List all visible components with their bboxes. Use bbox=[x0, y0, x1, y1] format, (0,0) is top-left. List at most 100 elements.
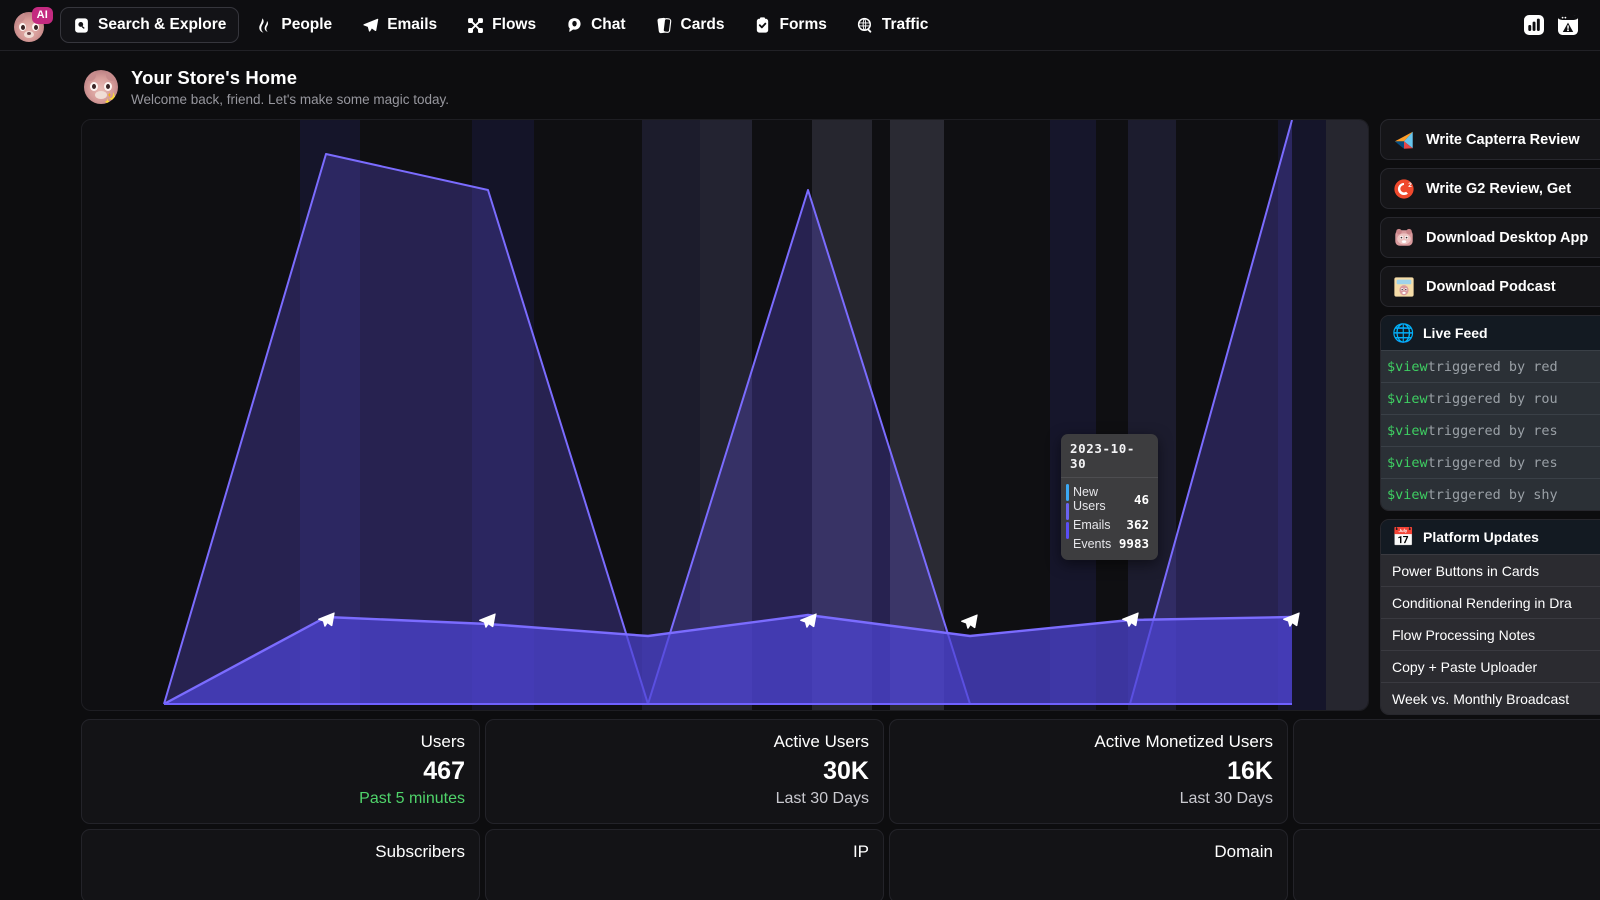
download-podcast-button[interactable]: Download Podcast bbox=[1380, 266, 1600, 307]
nav-item-forms[interactable]: Forms bbox=[741, 7, 839, 43]
platform-update-item[interactable]: Conditional Rendering in Dra bbox=[1381, 586, 1600, 618]
svg-text:2: 2 bbox=[1408, 181, 1412, 188]
stat-value: 30K bbox=[823, 757, 869, 785]
nav-items: Search & Explore People Emails Flows Cha… bbox=[60, 7, 941, 43]
tooltip-row-value: 362 bbox=[1126, 517, 1149, 532]
stat-value: 16K bbox=[1227, 757, 1273, 785]
tooltip-row-label: New Users bbox=[1073, 485, 1106, 513]
stat-label: Active Monetized Users bbox=[1094, 732, 1273, 751]
live-feed-header: 🌐 Live Feed bbox=[1381, 316, 1600, 350]
page-subtitle: Welcome back, friend. Let's make some ma… bbox=[131, 92, 449, 107]
stat-note: Last 30 Days bbox=[1179, 790, 1273, 807]
paper-plane-icon bbox=[362, 17, 379, 34]
feed-event-tag: $view bbox=[1387, 454, 1428, 471]
feed-event-tag: $view bbox=[1387, 390, 1428, 407]
nav-item-label: Cards bbox=[680, 16, 725, 33]
cards-icon bbox=[656, 17, 673, 34]
side-button-label: Download Desktop App bbox=[1426, 229, 1589, 246]
nav-item-label: Flows bbox=[492, 16, 537, 33]
desktop-app-icon bbox=[1393, 227, 1415, 249]
podcast-icon bbox=[1393, 276, 1415, 298]
stat-label: IP bbox=[852, 842, 869, 861]
nav-right-actions bbox=[1522, 13, 1588, 37]
platform-update-item[interactable]: Copy + Paste Uploader bbox=[1381, 650, 1600, 682]
stat-label: Activ bbox=[1308, 732, 1600, 752]
right-sidebar: Write Capterra Review 2 Write G2 Review,… bbox=[1380, 119, 1600, 723]
feed-event-text: triggered by shy bbox=[1427, 486, 1558, 503]
tooltip-row-value: 9983 bbox=[1118, 536, 1149, 551]
stat-note: Past 5 minutes bbox=[359, 790, 465, 807]
tooltip-row-value: 46 bbox=[1133, 491, 1149, 507]
tooltip-date: 2023-10-30 bbox=[1061, 434, 1158, 478]
nav-item-label: Traffic bbox=[881, 16, 929, 33]
feed-event-tag: $view bbox=[1387, 486, 1428, 503]
feed-event-tag: $view bbox=[1387, 422, 1428, 439]
live-feed-row[interactable]: $view triggered by res bbox=[1381, 446, 1600, 478]
nav-item-search-explore[interactable]: Search & Explore bbox=[60, 7, 240, 43]
write-g2-review-button[interactable]: 2 Write G2 Review, Get bbox=[1380, 168, 1600, 209]
live-feed-row[interactable]: $view triggered by res bbox=[1381, 414, 1600, 446]
nav-item-label: People bbox=[281, 16, 333, 33]
stat-cards-grid: Users 467 Past 5 minutes Active Users 30… bbox=[81, 719, 1600, 900]
stat-label: Users bbox=[420, 732, 465, 751]
stat-note: Last 30 Days bbox=[775, 790, 869, 807]
write-capterra-review-button[interactable]: Write Capterra Review bbox=[1380, 119, 1600, 160]
stat-card-row: Users 467 Past 5 minutes Active Users 30… bbox=[81, 719, 1600, 824]
nav-item-people[interactable]: People bbox=[243, 7, 345, 43]
nav-item-label: Emails bbox=[387, 16, 438, 33]
download-desktop-app-button[interactable]: Download Desktop App bbox=[1380, 217, 1600, 258]
tooltip-row: New Users 46 bbox=[1061, 483, 1158, 515]
magic-wand-icon: ✨ bbox=[104, 92, 118, 104]
app-root: AI Search & Explore People Emails Flows … bbox=[0, 0, 1600, 900]
platform-update-item[interactable]: Flow Processing Notes bbox=[1381, 618, 1600, 650]
nav-item-cards[interactable]: Cards bbox=[643, 7, 738, 43]
platform-update-item[interactable]: Week vs. Monthly Broadcast bbox=[1381, 682, 1600, 714]
calendar-icon: 📅 bbox=[1392, 527, 1415, 547]
platform-updates-panel: 📅 Platform Updates Power Buttons in Card… bbox=[1380, 519, 1600, 715]
nav-item-flows[interactable]: Flows bbox=[454, 7, 549, 43]
stat-label: Domain bbox=[1214, 842, 1273, 861]
nav-item-traffic[interactable]: Traffic bbox=[844, 7, 942, 43]
platform-updates-header: 📅 Platform Updates bbox=[1381, 520, 1600, 554]
tooltip-row-label: Emails bbox=[1073, 517, 1111, 532]
platform-update-item[interactable]: Power Buttons in Cards bbox=[1381, 554, 1600, 586]
ai-badge: AI bbox=[31, 7, 53, 24]
feed-event-text: triggered by red bbox=[1427, 358, 1558, 375]
side-button-label: Write G2 Review, Get bbox=[1426, 180, 1572, 197]
analytics-chart-panel[interactable] bbox=[81, 119, 1369, 711]
tooltip-row-label: Events bbox=[1073, 536, 1112, 551]
feed-event-text: triggered by res bbox=[1427, 454, 1558, 471]
nav-item-emails[interactable]: Emails bbox=[349, 7, 450, 43]
feed-event-text: triggered by rou bbox=[1427, 390, 1558, 407]
nav-item-chat[interactable]: Chat bbox=[553, 7, 638, 43]
feed-event-tag: $view bbox=[1387, 358, 1428, 375]
stat-card-domain[interactable]: Domain bbox=[889, 829, 1288, 900]
live-feed-row[interactable]: $view triggered by red bbox=[1381, 350, 1600, 382]
stat-value: 467 bbox=[423, 757, 465, 785]
store-mascot-avatar: ✨ bbox=[84, 70, 118, 104]
live-feed-title: Live Feed bbox=[1423, 325, 1488, 341]
side-button-label: Write Capterra Review bbox=[1426, 131, 1580, 148]
stat-card-active-truncated[interactable]: Activ bbox=[1293, 719, 1600, 824]
tooltip-row: Events 9983 bbox=[1061, 534, 1158, 553]
capterra-icon bbox=[1393, 129, 1415, 151]
stat-card-active-users[interactable]: Active Users 30K Last 30 Days bbox=[485, 719, 884, 824]
chat-bubble-icon bbox=[566, 17, 583, 34]
chart-tooltip: 2023-10-30 New Users 46 Emails 362 Event… bbox=[1061, 434, 1158, 560]
search-explore-icon bbox=[73, 17, 90, 34]
g2-icon: 2 bbox=[1393, 178, 1415, 200]
account-avatar[interactable]: AI bbox=[12, 6, 53, 44]
stat-card-row2-truncated[interactable] bbox=[1293, 829, 1600, 900]
top-navigation-bar: AI Search & Explore People Emails Flows … bbox=[0, 0, 1600, 51]
stat-card-subscribers[interactable]: Subscribers bbox=[81, 829, 480, 900]
stat-card-active-monetized-users[interactable]: Active Monetized Users 16K Last 30 Days bbox=[889, 719, 1288, 824]
traffic-globe-icon bbox=[857, 17, 874, 34]
live-feed-row[interactable]: $view triggered by rou bbox=[1381, 382, 1600, 414]
stat-card-ip[interactable]: IP bbox=[485, 829, 884, 900]
page-title: Your Store's Home bbox=[131, 67, 298, 88]
analytics-bar-chart-icon[interactable] bbox=[1522, 13, 1546, 37]
stat-card-users[interactable]: Users 467 Past 5 minutes bbox=[81, 719, 480, 824]
globe-icon: 🌐 bbox=[1392, 323, 1415, 343]
browser-alert-icon[interactable] bbox=[1556, 13, 1580, 37]
live-feed-row[interactable]: $view triggered by shy bbox=[1381, 478, 1600, 510]
